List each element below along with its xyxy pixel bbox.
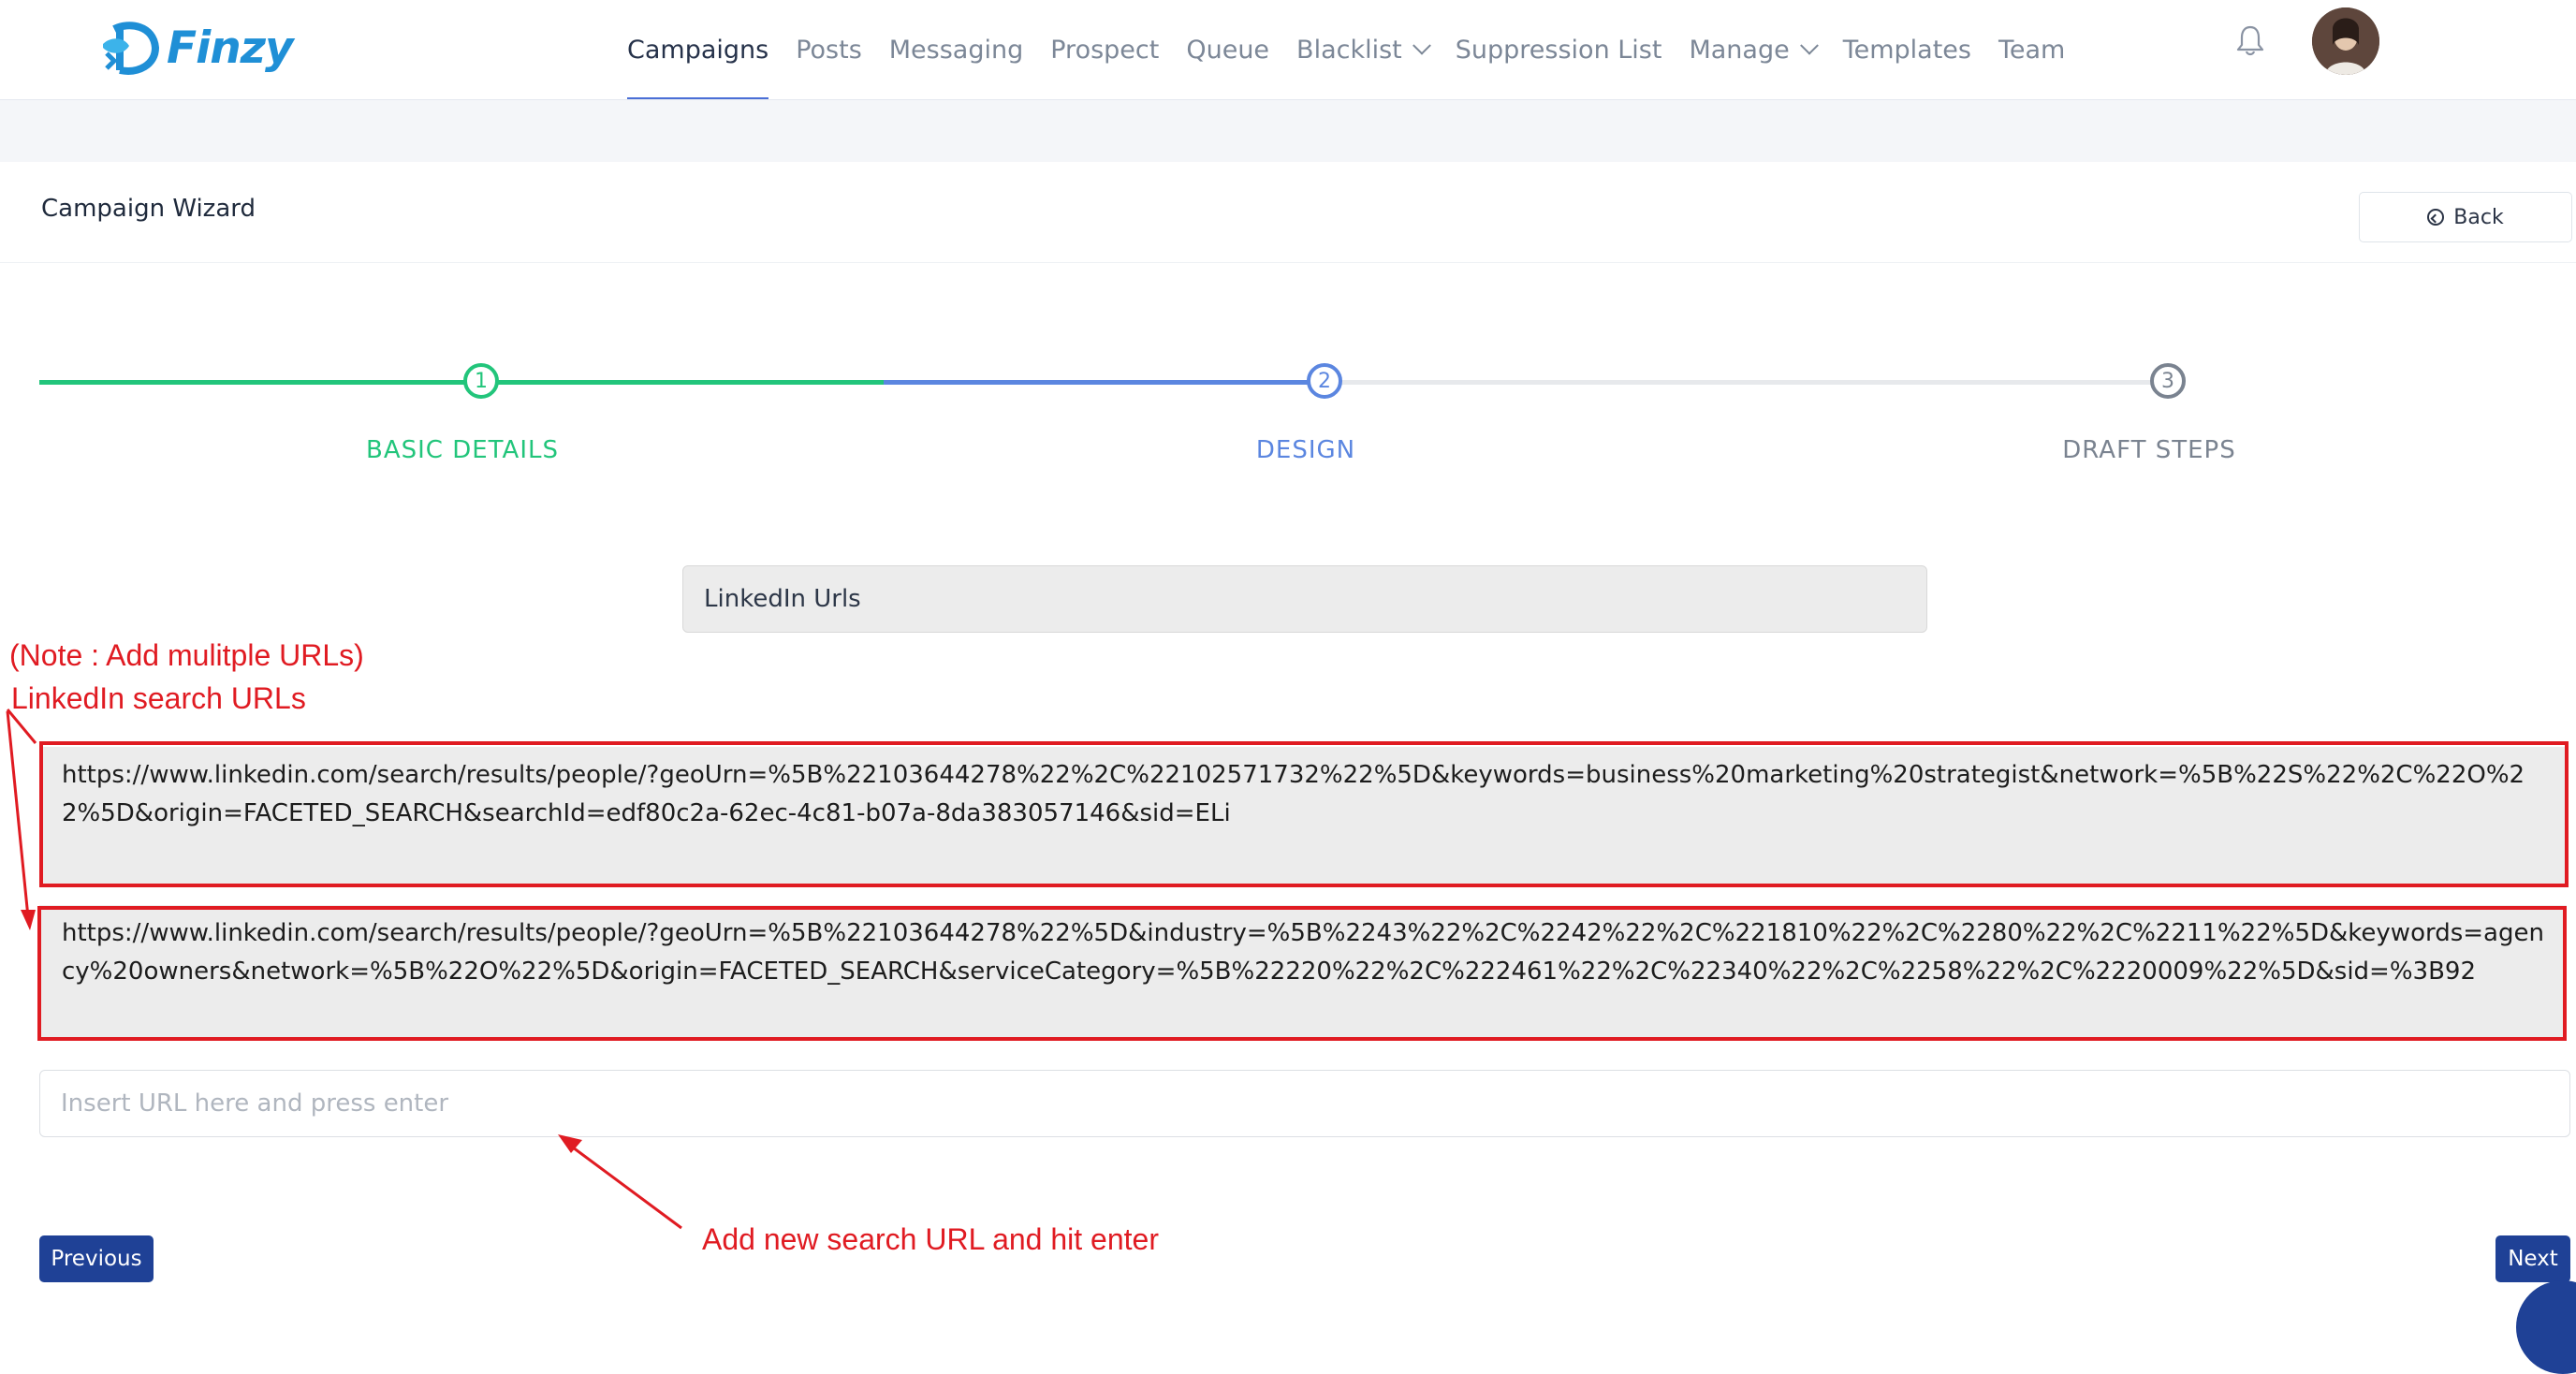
annotation-arrow-line: [564, 1140, 682, 1230]
annotation-arrows: [6, 709, 682, 1230]
annotation-arrow-line: [6, 710, 30, 918]
annotation-arrowhead: [21, 910, 36, 930]
next-button[interactable]: Next: [2496, 1235, 2570, 1282]
previous-button[interactable]: Previous: [39, 1235, 154, 1282]
annotation-arrow-line: [6, 709, 37, 744]
